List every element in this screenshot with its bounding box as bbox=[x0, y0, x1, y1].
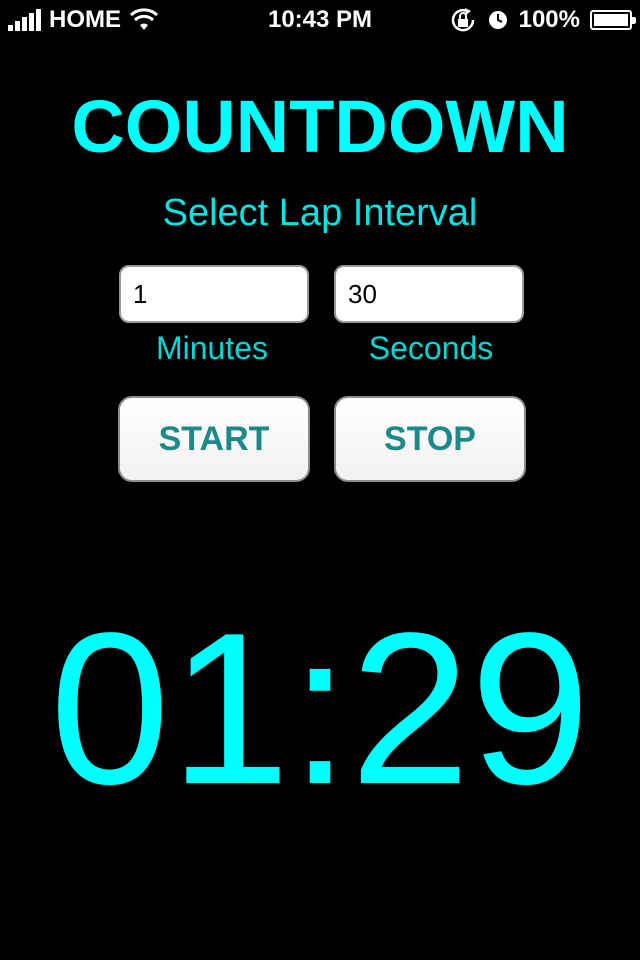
minutes-input[interactable] bbox=[119, 265, 309, 323]
minutes-label: Minutes bbox=[155, 330, 269, 366]
seconds-label: Seconds bbox=[368, 330, 494, 366]
app-title: COUNTDOWN bbox=[71, 85, 569, 168]
subtitle-select-lap-interval: Select Lap Interval bbox=[162, 192, 478, 234]
start-button[interactable]: START bbox=[118, 396, 310, 482]
alarm-icon bbox=[488, 11, 507, 29]
seconds-input[interactable] bbox=[334, 265, 524, 323]
rotation-lock-icon bbox=[451, 8, 474, 32]
countdown-timer-display: 01:29 bbox=[49, 587, 591, 829]
stop-button-label: STOP bbox=[384, 419, 476, 458]
start-button-label: START bbox=[158, 419, 270, 458]
status-bar: HOME 10:43 PM 100% bbox=[0, 0, 640, 40]
battery-percent: 100% bbox=[518, 6, 580, 33]
stop-button[interactable]: STOP bbox=[334, 396, 526, 482]
battery-icon bbox=[590, 10, 636, 30]
status-right: 100% bbox=[449, 6, 636, 34]
